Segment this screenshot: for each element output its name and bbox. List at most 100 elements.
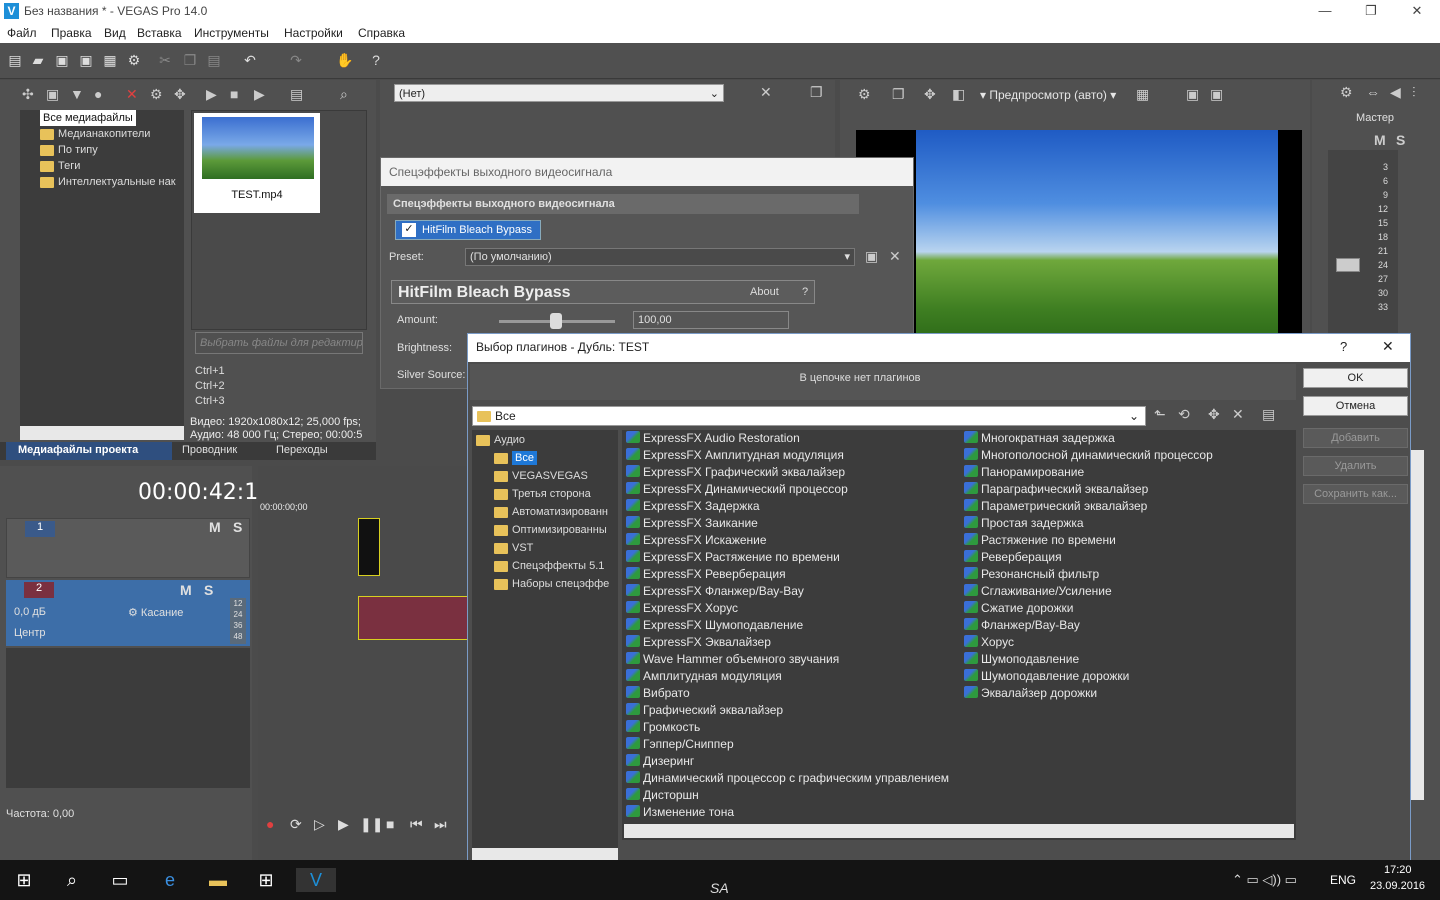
plugin-item[interactable]: ExpressFX Амплитудная модуляция [626,447,844,464]
plugin-item[interactable]: Громкость [626,719,700,736]
cancel-button[interactable]: Отмена [1303,396,1408,416]
plugin-item[interactable]: Вибрато [626,685,690,702]
task-view-icon[interactable]: ▭ [108,868,132,892]
save-icon[interactable]: ▣ [54,52,70,68]
tree-optimized[interactable]: Оптимизированны [494,522,607,538]
mixer-icon[interactable]: ⫶ [1412,84,1416,101]
media-search-input[interactable]: Выбрать файлы для редактиро [195,332,363,354]
menu-settings[interactable]: Настройки [284,26,343,40]
dialog-close-button[interactable]: ✕ [1382,338,1394,355]
split-icon[interactable]: ❐ [892,86,905,103]
close-button[interactable]: ✕ [1394,0,1440,23]
new-icon[interactable]: ▤ [7,52,23,68]
fx-chain-plugin[interactable]: ✓ HitFilm Bleach Bypass [395,220,541,240]
language-indicator[interactable]: ENG [1330,873,1356,887]
dialog-help-button[interactable]: ? [1340,339,1347,354]
grid-icon[interactable]: ▦ [1136,86,1149,103]
render-icon[interactable]: ▦ [102,52,118,68]
plugin-item[interactable]: Панорамирование [964,464,1084,481]
plugin-item[interactable]: ExpressFX Audio Restoration [626,430,800,447]
menu-tools[interactable]: Инструменты [194,26,269,40]
master-scrollbar[interactable] [1410,450,1424,800]
plugin-help-link[interactable]: ? [802,286,808,298]
speaker-icon[interactable]: ◀ [1390,84,1401,101]
help-icon[interactable]: ? [368,52,384,68]
plugin-item[interactable]: Многополосной динамический процессор [964,447,1213,464]
master-fader-handle[interactable] [1336,258,1360,272]
track2-mute[interactable]: M [180,582,192,598]
plugin-item[interactable]: Многократная задержка [964,430,1115,447]
save-preset-icon[interactable]: ▣ [865,248,878,265]
preset-dropdown[interactable]: (По умолчанию) ▾ [465,248,855,266]
add-button[interactable]: Добавить [1303,428,1408,448]
delete-icon[interactable]: ✕ [1232,406,1244,423]
save-frame-icon[interactable]: ▣ [1210,86,1223,103]
tree-fx-51[interactable]: Спецэффекты 5.1 [494,558,604,574]
plugin-item[interactable]: Эквалайзер дорожки [964,685,1097,702]
hand-icon[interactable]: ✋ [336,52,353,68]
plugin-item[interactable]: Хорус [964,634,1014,651]
media-fx-icon[interactable]: ⚙ [150,86,163,103]
remove-icon[interactable]: ✕ [126,86,138,103]
plugin-item[interactable]: ExpressFX Фланжер/Вау-Вау [626,583,804,600]
stop-icon[interactable]: ■ [230,86,238,102]
checkbox-icon[interactable]: ✓ [402,223,416,237]
plugin-item[interactable]: ExpressFX Эквалайзер [626,634,771,651]
cut-icon[interactable]: ✂ [157,52,173,68]
copy-frame-icon[interactable]: ▣ [1186,86,1199,103]
amount-value[interactable]: 100,00 [633,311,789,329]
master-mute[interactable]: M [1374,132,1386,148]
menu-insert[interactable]: Вставка [137,26,182,40]
capture-icon[interactable]: ▣ [46,86,59,103]
plugin-item[interactable]: Гэппер/Сниппер [626,736,734,753]
save-as-icon[interactable]: ▣ [78,52,94,68]
undo-icon[interactable]: ↶ [242,52,258,68]
remove-button[interactable]: Удалить [1303,456,1408,476]
plugin-item[interactable]: ExpressFX Динамический процессор [626,481,848,498]
plugin-item[interactable]: Простая задержка [964,515,1084,532]
tab-transitions[interactable]: Переходы [276,444,328,456]
window-icon[interactable]: ❐ [810,84,823,101]
tab-explorer[interactable]: Проводник [182,444,237,456]
fx-dropdown[interactable]: (Нет) ⌄ [394,84,724,102]
plugin-item[interactable]: Шумоподавление дорожки [964,668,1129,685]
loop-icon[interactable]: ⟳ [290,816,302,833]
views-icon[interactable]: ▤ [290,86,303,103]
plugin-item[interactable]: ExpressFX Шумоподавление [626,617,803,634]
amount-slider-knob[interactable] [550,313,563,329]
play-icon[interactable]: ▶ [338,816,349,833]
plugin-item[interactable]: Резонансный фильтр [964,566,1099,583]
store-icon[interactable]: ⊞ [254,868,278,892]
menu-view[interactable]: Вид [104,26,126,40]
plugin-item[interactable]: ExpressFX Растяжение по времени [626,549,840,566]
menu-file[interactable]: Файл [7,26,37,40]
track1-solo[interactable]: S [233,519,242,535]
tree-all[interactable]: Все [494,450,537,466]
plugin-item[interactable]: Графический эквалайзер [626,702,783,719]
plugin-item[interactable]: Параграфический эквалайзер [964,481,1148,498]
copy-icon[interactable]: ❐ [182,52,198,68]
safe-area-icon[interactable]: ◧ [952,86,965,103]
refresh-icon[interactable]: ⟲ [1178,406,1190,423]
plugin-list-scrollbar[interactable] [624,824,1294,838]
tree-smart-bins[interactable]: Интеллектуальные нак [40,174,176,190]
track2-automation[interactable]: ⚙ Касание [128,606,183,619]
search-icon[interactable]: ⌕ [60,868,84,892]
play-icon[interactable]: ▶ [206,86,217,103]
tree-third-party[interactable]: Третья сторона [494,486,591,502]
video-event[interactable] [358,518,380,576]
tray-icons[interactable]: ⌃ ▭ ◁)) ▭ [1232,872,1297,888]
plugin-item[interactable]: Параметрический эквалайзер [964,498,1147,515]
edge-icon[interactable]: e [158,868,182,892]
open-icon[interactable]: ▰ [30,52,46,68]
tree-tags[interactable]: Теги [40,158,80,174]
plugin-item[interactable]: Дисторшн [626,787,699,804]
search-icon[interactable]: ⌕ [340,86,348,103]
stop-icon[interactable]: ■ [386,816,394,832]
play-from-start-icon[interactable]: ▷ [314,816,325,833]
folder-up-icon[interactable]: ⬑ [1154,406,1166,423]
plugin-item[interactable]: Динамический процессор с графическим упр… [626,770,949,787]
plugin-item[interactable]: ExpressFX Задержка [626,498,760,515]
auto-preview-icon[interactable]: ▶ [254,86,265,103]
pin-icon[interactable]: ✥ [1208,406,1220,423]
